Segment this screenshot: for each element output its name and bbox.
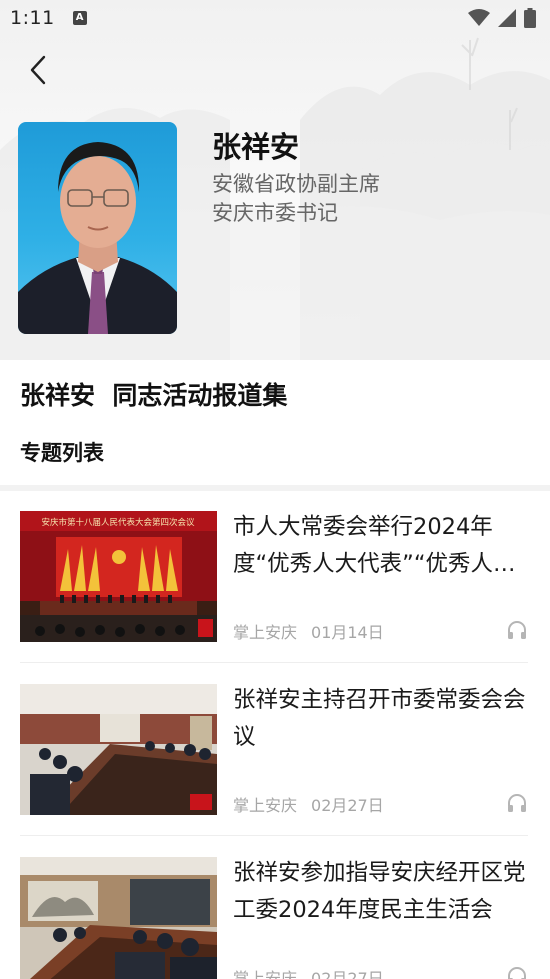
status-bar: 1:11 A bbox=[0, 0, 550, 36]
article-meta: 掌上安庆 02月27日 bbox=[233, 965, 384, 979]
article-headline[interactable]: 张祥安参加指导安庆经开区党工委2024年度民主生活会 bbox=[233, 855, 528, 929]
article-meta: 掌上安庆 02月27日 bbox=[233, 792, 384, 816]
article-item-2[interactable]: 张祥安主持召开市委常委会会议 掌上安庆 02月27日 bbox=[20, 664, 528, 836]
collection-title: 张祥安 同志活动报道集 bbox=[20, 381, 288, 410]
section-title: 专题列表 bbox=[20, 441, 104, 465]
headphones-icon[interactable] bbox=[506, 792, 528, 814]
congress-hall-photo: 安庆市第十八届人民代表大会第四次会议 bbox=[20, 511, 217, 642]
profile-name: 张祥安 bbox=[212, 130, 300, 164]
article-thumbnail bbox=[20, 857, 217, 979]
article-headline[interactable]: 市人大常委会举行2024年度“优秀人大代表”“优秀人大代表建议”评选活动 bbox=[233, 509, 528, 583]
article-date: 01月14日 bbox=[311, 623, 384, 642]
article-item-3[interactable]: 张祥安参加指导安庆经开区党工委2024年度民主生活会 掌上安庆 02月27日 bbox=[20, 837, 528, 979]
status-icons bbox=[468, 8, 536, 28]
item-separator bbox=[20, 835, 528, 836]
back-button[interactable] bbox=[22, 52, 54, 88]
battery-icon bbox=[524, 8, 536, 28]
headphones-icon[interactable] bbox=[506, 965, 528, 979]
a-notification-icon: A bbox=[72, 11, 87, 25]
item-separator bbox=[20, 662, 528, 663]
article-headline[interactable]: 张祥安主持召开市委常委会会议 bbox=[233, 682, 528, 756]
chevron-left-icon bbox=[30, 55, 46, 85]
conference-photo bbox=[20, 857, 217, 979]
profile-portrait bbox=[18, 122, 177, 334]
article-source: 掌上安庆 bbox=[233, 969, 298, 979]
portrait-image bbox=[18, 142, 177, 334]
article-thumbnail: 安庆市第十八届人民代表大会第四次会议 bbox=[20, 511, 217, 642]
headphones-icon[interactable] bbox=[506, 619, 528, 641]
article-date: 02月27日 bbox=[311, 796, 384, 815]
cell-signal-icon bbox=[498, 9, 516, 27]
wifi-icon bbox=[468, 9, 490, 26]
article-date: 02月27日 bbox=[311, 969, 384, 979]
profile-title-1: 安徽省政协副主席 bbox=[212, 172, 380, 196]
thumb-banner-text: 安庆市第十八届人民代表大会第四次会议 bbox=[41, 517, 195, 528]
article-source: 掌上安庆 bbox=[233, 623, 298, 642]
profile-title-2: 安庆市委书记 bbox=[212, 201, 338, 225]
article-item-1[interactable]: 安庆市第十八届人民代表大会第四次会议 市人大常委会举行2024年度“优秀人大代表… bbox=[20, 491, 528, 663]
meeting-room-photo bbox=[20, 684, 217, 815]
article-meta: 掌上安庆 01月14日 bbox=[233, 619, 384, 643]
status-time: 1:11 bbox=[10, 7, 55, 29]
article-source: 掌上安庆 bbox=[233, 796, 298, 815]
article-thumbnail bbox=[20, 684, 217, 815]
